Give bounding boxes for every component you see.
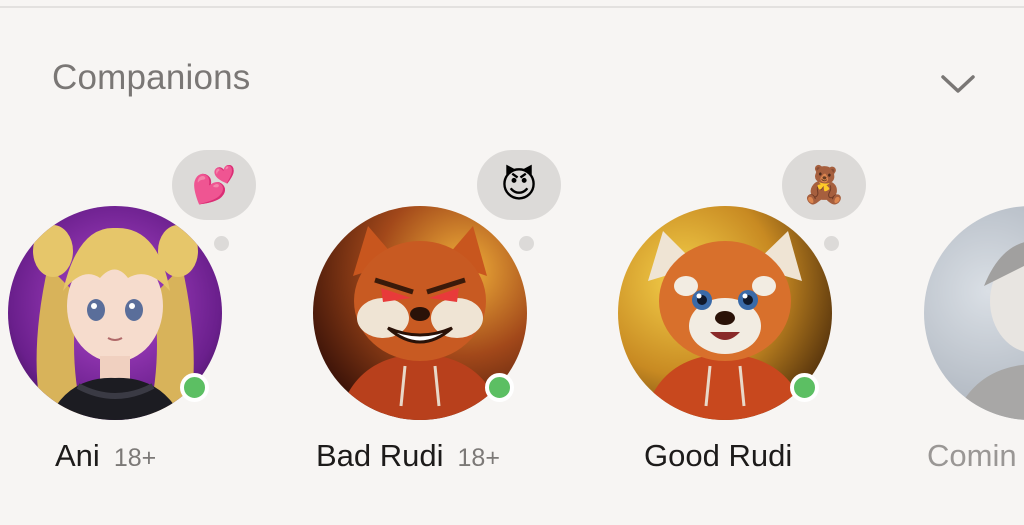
two-hearts-icon: 💕	[191, 164, 237, 205]
avatar-coming-soon	[924, 206, 1024, 420]
age-badge: 18+	[113, 444, 157, 472]
mood-bubble: 🧸	[782, 150, 866, 220]
mood-bubble: 💕	[172, 150, 256, 220]
companion-label: Comin	[927, 438, 1017, 474]
companion-card-good-rudi[interactable]: 🧸 Good Rudi	[618, 150, 868, 490]
top-divider	[0, 6, 1024, 8]
section-title: Companions	[52, 58, 251, 97]
companion-name: Bad Rudi	[316, 438, 444, 473]
companion-name: Ani	[55, 438, 100, 473]
online-status-dot	[485, 373, 514, 402]
companion-label: Bad Rudi 18+	[316, 438, 500, 474]
mood-bubble-tail	[824, 236, 839, 251]
teddy-bear-icon: 🧸	[801, 164, 847, 205]
chevron-down-icon	[941, 75, 975, 93]
online-status-dot	[790, 373, 819, 402]
age-badge: 18+	[457, 444, 500, 472]
mood-bubble: 😈	[477, 150, 561, 220]
companion-card-coming: Comin	[924, 150, 1024, 490]
companion-label: Good Rudi	[644, 438, 792, 474]
companion-name: Good Rudi	[644, 438, 793, 473]
online-status-dot	[180, 373, 209, 402]
companion-card-bad-rudi[interactable]: 😈 Bad Rudi 18+	[313, 150, 563, 490]
companion-card-ani[interactable]: 💕 Ani 18+	[8, 150, 258, 490]
collapse-section-button[interactable]	[934, 64, 982, 104]
companion-name: Comin	[927, 438, 1017, 473]
mood-bubble-tail	[214, 236, 229, 251]
companion-label: Ani 18+	[55, 438, 156, 474]
mood-bubble-tail	[519, 236, 534, 251]
smiling-devil-icon: 😈	[500, 164, 538, 205]
